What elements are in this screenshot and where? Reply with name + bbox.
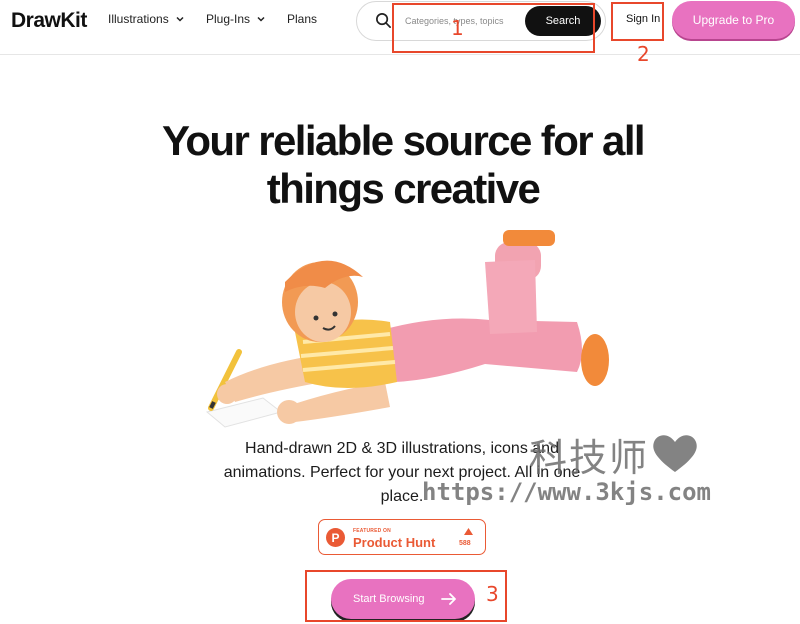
annotation-number-1: 1	[451, 16, 464, 40]
nav-illustrations[interactable]: Illustrations	[108, 12, 185, 26]
upvote-triangle-icon	[464, 528, 473, 535]
product-hunt-name: Product Hunt	[353, 535, 436, 550]
product-hunt-badge[interactable]: P FEATURED ON Product Hunt 588	[318, 519, 486, 555]
watermark-url: https://www.3kjs.com	[422, 478, 711, 506]
product-hunt-logo-icon: P	[326, 528, 345, 547]
hero-title-line-2: things creative	[266, 165, 541, 212]
nav-plans[interactable]: Plans	[287, 12, 317, 26]
hero-title-line-1: Your reliable source for all	[162, 117, 646, 164]
nav-illustrations-label: Illustrations	[108, 12, 169, 26]
hero-illustration	[205, 230, 609, 428]
nav-plugins[interactable]: Plug-Ins	[206, 12, 266, 26]
annotation-box-1	[392, 3, 595, 53]
hero-title: Your reliable source for all things crea…	[0, 117, 800, 213]
heart-icon	[653, 435, 697, 472]
nav-plans-label: Plans	[287, 12, 318, 26]
logo[interactable]: DrawKit	[11, 9, 87, 33]
chevron-down-icon	[257, 16, 265, 22]
product-hunt-featured-label: FEATURED ON	[353, 528, 391, 534]
annotation-number-3: 3	[486, 582, 499, 606]
annotation-box-2	[611, 2, 664, 41]
nav-plugins-label: Plug-Ins	[206, 12, 251, 26]
chevron-down-icon	[176, 16, 184, 22]
annotation-box-3	[305, 570, 507, 622]
watermark-chinese: 科技师	[529, 436, 650, 480]
annotation-number-2: 2	[637, 42, 650, 66]
search-icon[interactable]	[375, 12, 392, 29]
product-hunt-upvote-count: 588	[459, 540, 471, 547]
upgrade-to-pro-button[interactable]: Upgrade to Pro	[672, 1, 795, 39]
